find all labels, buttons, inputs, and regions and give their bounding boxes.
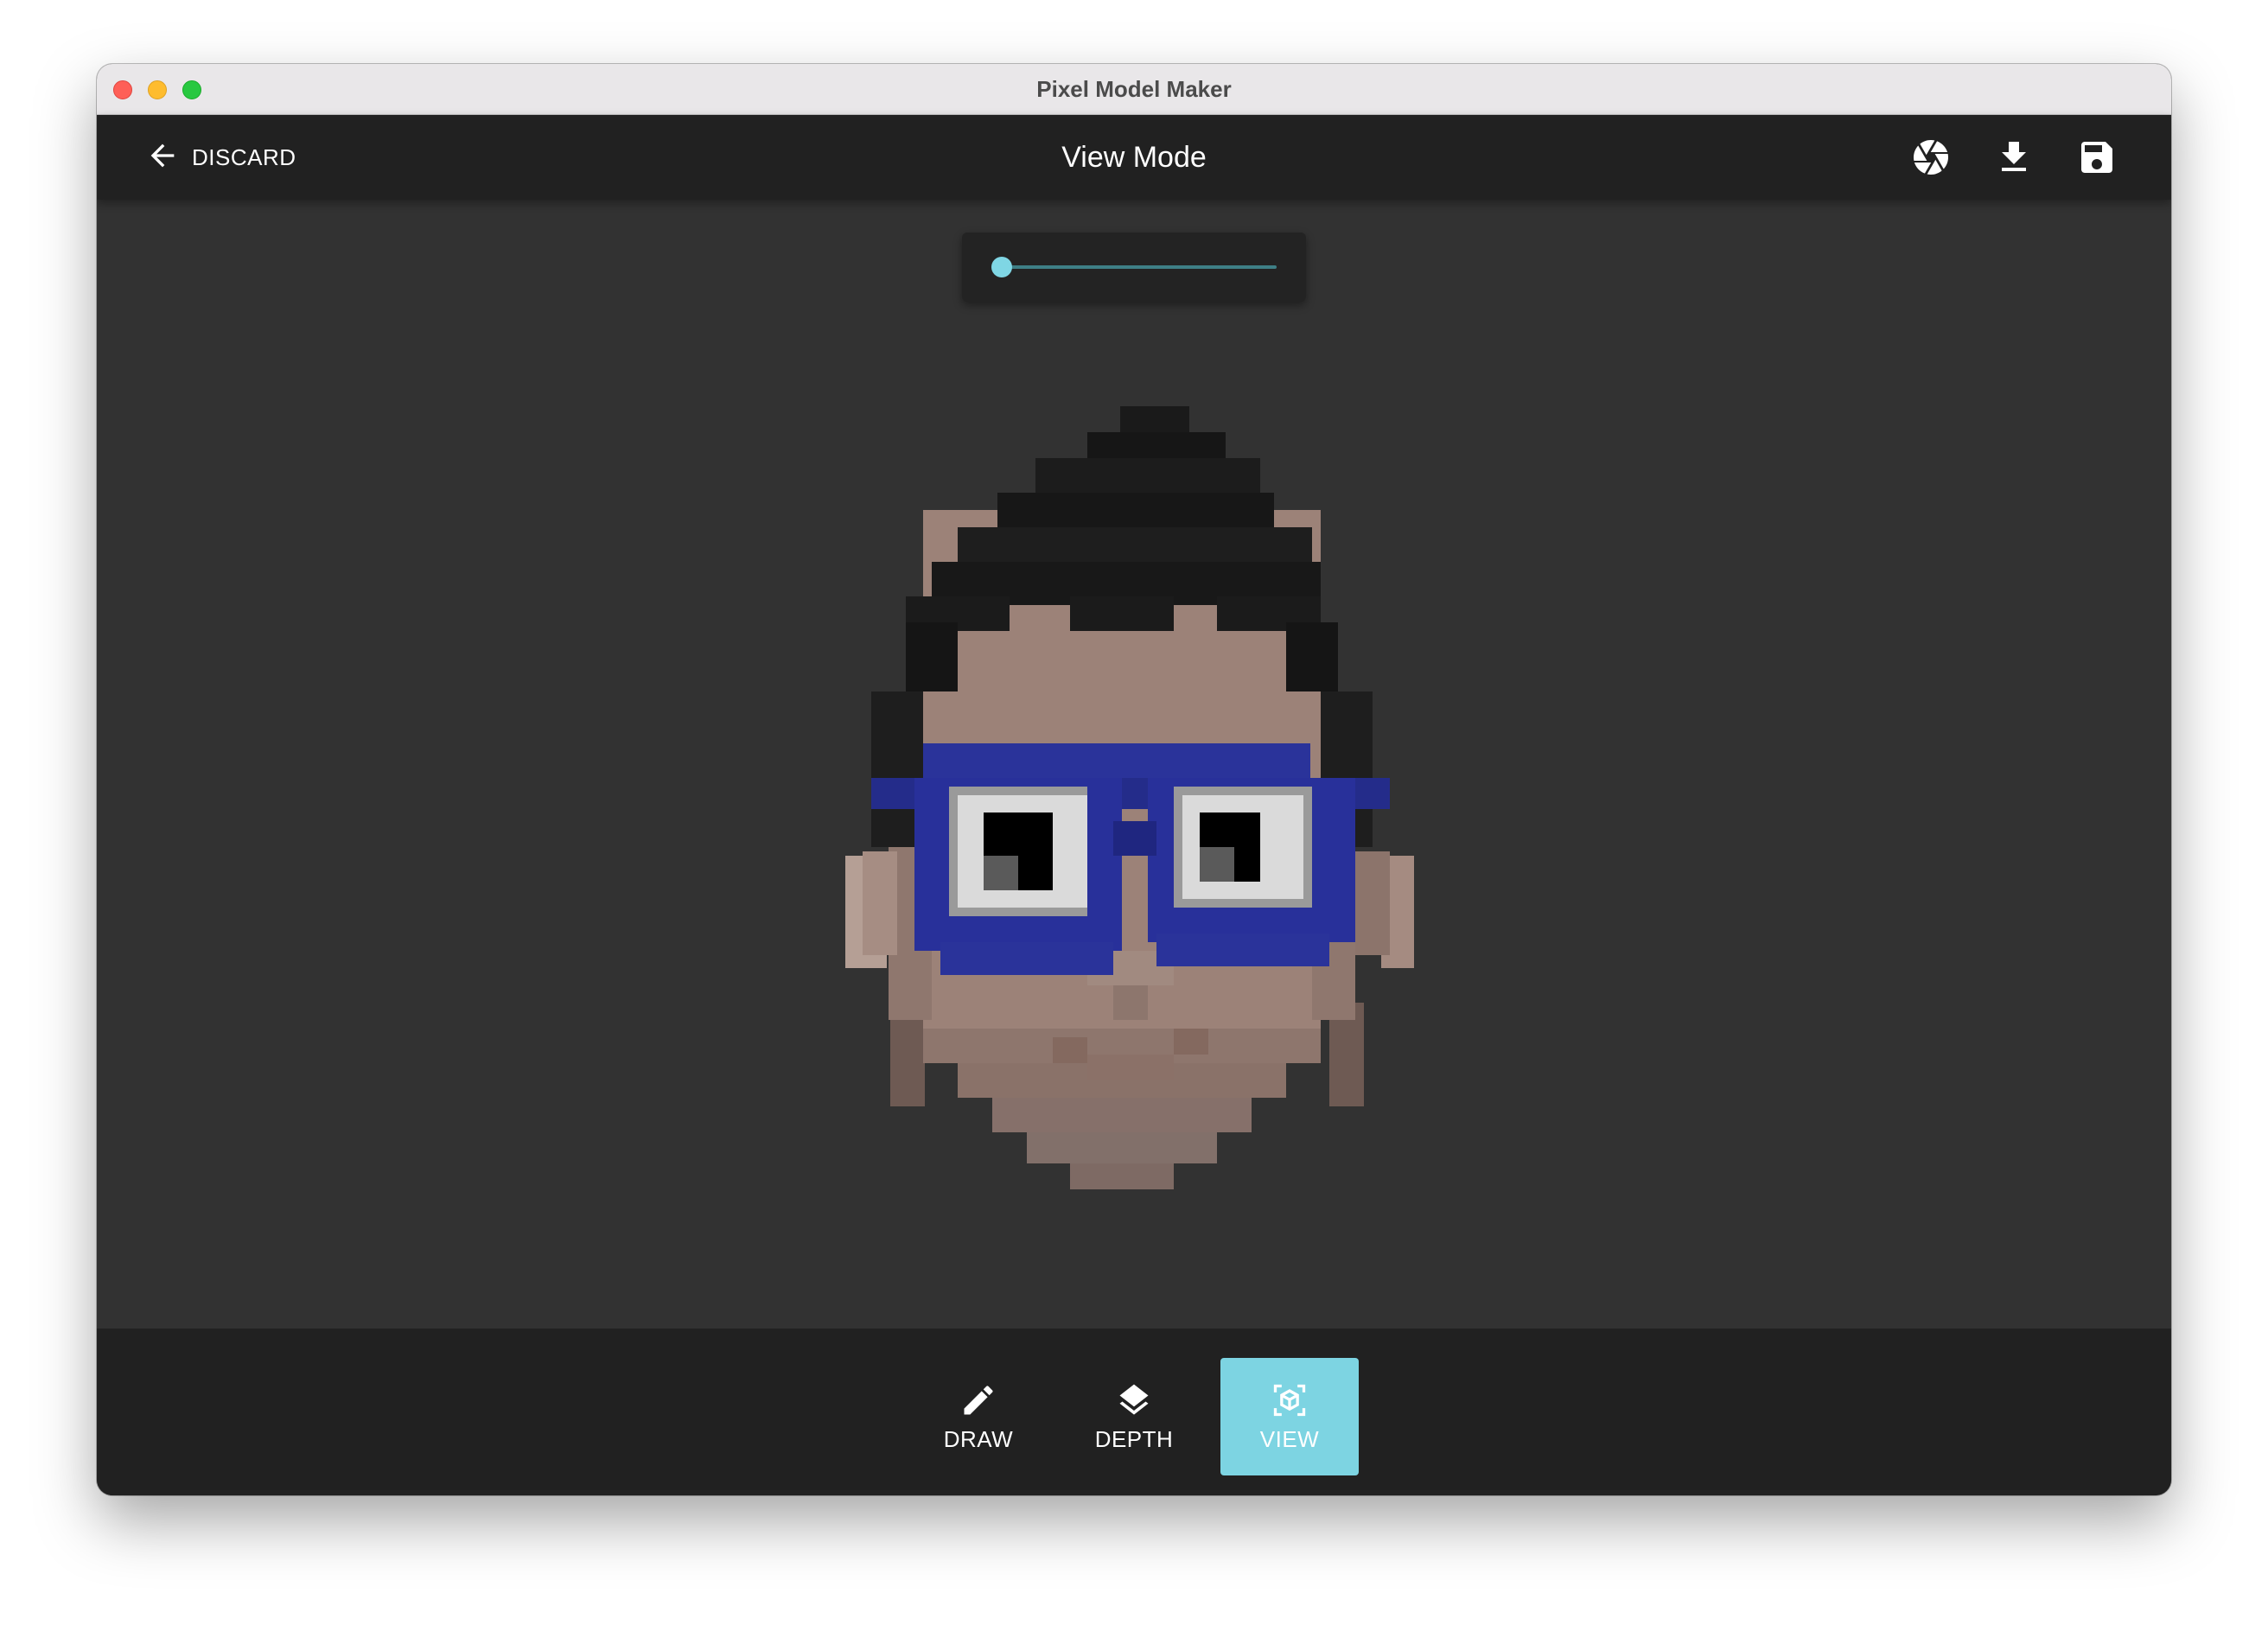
tab-view[interactable]: VIEW (1220, 1358, 1359, 1475)
page-title: View Mode (1061, 141, 1207, 174)
title-bar: Pixel Model Maker (97, 64, 2171, 115)
app-bar: DISCARD View Mode (97, 115, 2171, 200)
layers-icon (1115, 1381, 1153, 1419)
rotation-slider-card (962, 233, 1306, 302)
tab-depth-label: DEPTH (1094, 1425, 1174, 1452)
bottom-nav: DRAW DEPTH VIEW (97, 1329, 2171, 1495)
download-button[interactable] (1993, 137, 2035, 178)
download-icon (1993, 142, 2035, 182)
cube-scan-icon (1271, 1381, 1309, 1419)
right-eye (1174, 787, 1312, 908)
tab-depth[interactable]: DEPTH (1065, 1358, 1203, 1475)
voxel-head-model (845, 406, 1414, 1189)
save-icon (2076, 142, 2118, 182)
aperture-button[interactable] (1910, 137, 1952, 178)
slider-thumb[interactable] (991, 257, 1012, 277)
app-window: Pixel Model Maker DISCARD View Mode DRAW… (97, 64, 2171, 1495)
tab-draw[interactable]: DRAW (909, 1358, 1048, 1475)
save-button[interactable] (2076, 137, 2118, 178)
left-eye (949, 787, 1087, 916)
aperture-icon (1910, 140, 1952, 182)
tab-view-label: VIEW (1259, 1425, 1320, 1452)
pencil-icon (959, 1381, 997, 1419)
slider-track[interactable] (1002, 265, 1277, 269)
window-title: Pixel Model Maker (1036, 76, 1232, 102)
tab-draw-label: DRAW (943, 1425, 1014, 1452)
